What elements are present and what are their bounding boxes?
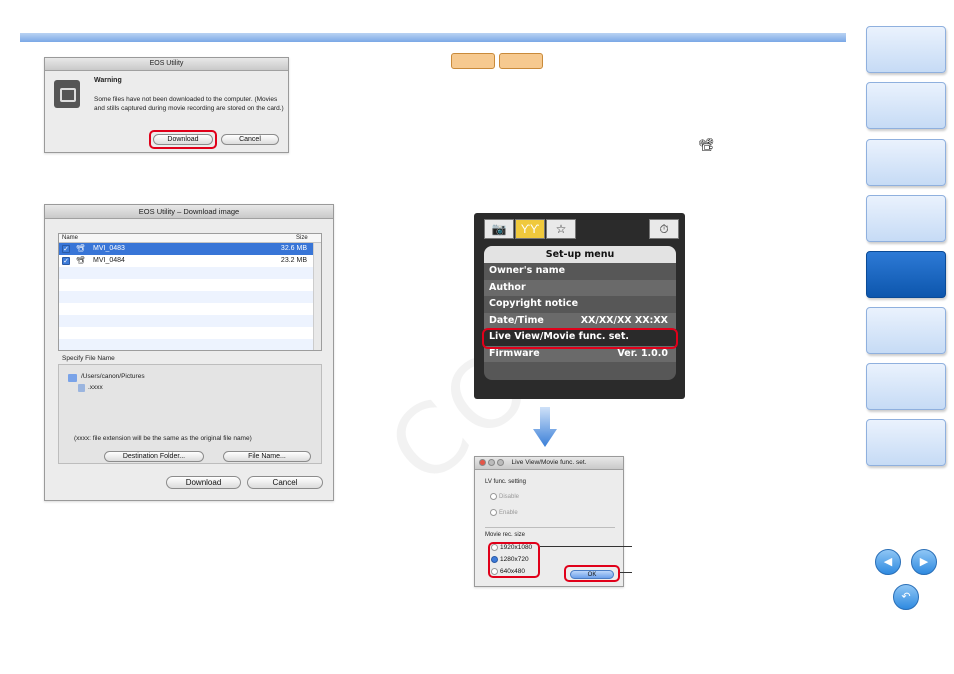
setup-menu-header: Set-up menu <box>484 246 676 263</box>
lv-enable-radio: Enable <box>490 509 518 516</box>
empty-row <box>59 291 321 303</box>
setup-menu-panel: Set-up menu Owner's name Author Copyrigh… <box>484 246 676 380</box>
file-size: 23.2 MB <box>280 257 307 264</box>
back-icon[interactable]: ↶ <box>893 584 919 610</box>
table-row[interactable]: ✓ 📽 MVI_0484 23.2 MB <box>59 255 321 267</box>
radio-label: Disable <box>499 494 520 501</box>
header-bar <box>20 33 846 42</box>
column-name: Name <box>62 235 79 241</box>
file-name-pattern: .xxxx <box>88 384 103 391</box>
nav-tab-1[interactable] <box>866 26 946 73</box>
nav-tab-6[interactable] <box>866 307 946 354</box>
file-name: MVI_0483 <box>93 245 125 252</box>
extension-note: (xxxx: file extension will be the same a… <box>74 435 252 442</box>
callout-line-ok <box>620 572 632 573</box>
minimize-icon[interactable] <box>488 459 495 466</box>
radio-icon <box>490 493 497 500</box>
ok-highlight <box>564 565 620 582</box>
nav-tab-2[interactable] <box>866 82 946 129</box>
shooting-tab-icon[interactable]: 📷 <box>484 219 514 239</box>
tag-group <box>451 53 543 69</box>
file-list-header: Name Size <box>59 234 321 243</box>
download-highlight <box>149 130 217 149</box>
folder-icon <box>68 374 77 382</box>
movie-size-label: Movie rec. size <box>485 532 526 538</box>
file-name: MVI_0484 <box>93 257 125 264</box>
specify-file-name-box: /Users/canon/Pictures .xxxx (xxxx: file … <box>58 364 322 464</box>
tag-1 <box>451 53 495 69</box>
live-view-window-title: Live View/Movie func. set. <box>475 457 623 470</box>
download-window-title: EOS Utility – Download image <box>45 205 333 219</box>
lv-func-label: LV func. setting <box>485 479 526 485</box>
window-controls <box>479 459 504 466</box>
menu-item-label: Owner's name <box>489 265 566 276</box>
callout-line-size <box>540 546 632 547</box>
checkbox-icon[interactable]: ✓ <box>62 257 70 265</box>
down-arrow-icon <box>533 407 557 447</box>
empty-row <box>59 303 321 315</box>
camera-setup-menu: 📷 ϒϒ ☆ ⏱ Set-up menu Owner's name Author… <box>474 213 685 399</box>
nav-tab-7[interactable] <box>866 363 946 410</box>
nav-tab-5-active[interactable] <box>866 251 946 298</box>
nav-tab-8[interactable] <box>866 419 946 466</box>
movie-file-icon: 📽 <box>76 245 85 252</box>
warning-cancel-button[interactable]: Cancel <box>221 134 279 145</box>
movie-size-highlight <box>488 542 540 578</box>
menu-item-label: Firmware <box>489 347 540 359</box>
timer-tab-icon[interactable]: ⏱ <box>649 219 679 239</box>
menu-item-label: Author <box>489 281 526 293</box>
warning-dialog-title: EOS Utility <box>45 58 288 71</box>
menu-item-label: Date/Time <box>489 314 544 326</box>
file-name-button[interactable]: File Name... <box>223 451 311 462</box>
menu-item-label: Copyright notice <box>489 298 579 309</box>
empty-row <box>59 339 321 350</box>
radio-label: Enable <box>499 510 518 517</box>
specify-file-name-label: Specify File Name <box>62 355 115 362</box>
menu-item-author[interactable]: Author <box>484 279 676 296</box>
camera-menu-tabs: 📷 ϒϒ ☆ ⏱ <box>484 219 679 239</box>
movie-file-icon: 📽 <box>76 257 85 264</box>
list-scrollbar[interactable] <box>313 243 321 350</box>
menu-item-date-time[interactable]: Date/Time XX/XX/XX XX:XX <box>484 312 676 329</box>
file-size: 32.6 MB <box>280 245 307 252</box>
movie-mode-icon: 📽 <box>698 138 715 153</box>
nav-tab-3[interactable] <box>866 139 946 186</box>
empty-row <box>59 327 321 339</box>
previous-page-icon[interactable]: ◀ <box>875 549 901 575</box>
column-size: Size <box>296 235 308 241</box>
file-icon <box>78 384 85 392</box>
date-time-value: XX/XX/XX XX:XX <box>580 314 668 326</box>
setup-tab-icon[interactable]: ϒϒ <box>515 219 545 239</box>
radio-icon <box>490 509 497 516</box>
menu-item-copyright[interactable]: Copyright notice <box>484 296 676 313</box>
destination-folder-button[interactable]: Destination Folder... <box>104 451 204 462</box>
download-button[interactable]: Download <box>166 476 241 489</box>
eos-utility-icon <box>54 80 80 108</box>
tag-2 <box>499 53 543 69</box>
nav-tab-4[interactable] <box>866 195 946 242</box>
my-menu-tab-icon[interactable]: ☆ <box>546 219 576 239</box>
empty-row <box>59 267 321 279</box>
menu-item-owners-name[interactable]: Owner's name <box>484 263 676 280</box>
divider <box>485 527 615 528</box>
live-view-settings-window: Live View/Movie func. set. LV func. sett… <box>474 456 624 587</box>
warning-message: Some files have not been downloaded to t… <box>94 96 284 112</box>
empty-row <box>59 315 321 327</box>
empty-row <box>59 279 321 291</box>
checkbox-icon[interactable]: ✓ <box>62 245 70 253</box>
close-icon[interactable] <box>479 459 486 466</box>
warning-dialog: EOS Utility Warning Some files have not … <box>44 57 289 153</box>
folder-path: /Users/canon/Pictures <box>81 373 145 380</box>
table-row[interactable]: ✓ 📽 MVI_0483 32.6 MB <box>59 243 321 255</box>
lv-disable-radio: Disable <box>490 493 519 500</box>
warning-heading: Warning <box>94 77 122 84</box>
file-list: Name Size ✓ 📽 MVI_0483 32.6 MB ✓ 📽 MVI_0… <box>58 233 322 351</box>
live-view-title-text: Live View/Movie func. set. <box>511 459 587 466</box>
download-image-window: EOS Utility – Download image Name Size ✓… <box>44 204 334 501</box>
next-page-icon[interactable]: ▶ <box>911 549 937 575</box>
zoom-icon[interactable] <box>497 459 504 466</box>
live-view-highlight <box>482 328 678 349</box>
file-rows: ✓ 📽 MVI_0483 32.6 MB ✓ 📽 MVI_0484 23.2 M… <box>59 243 321 350</box>
cancel-button[interactable]: Cancel <box>247 476 323 489</box>
